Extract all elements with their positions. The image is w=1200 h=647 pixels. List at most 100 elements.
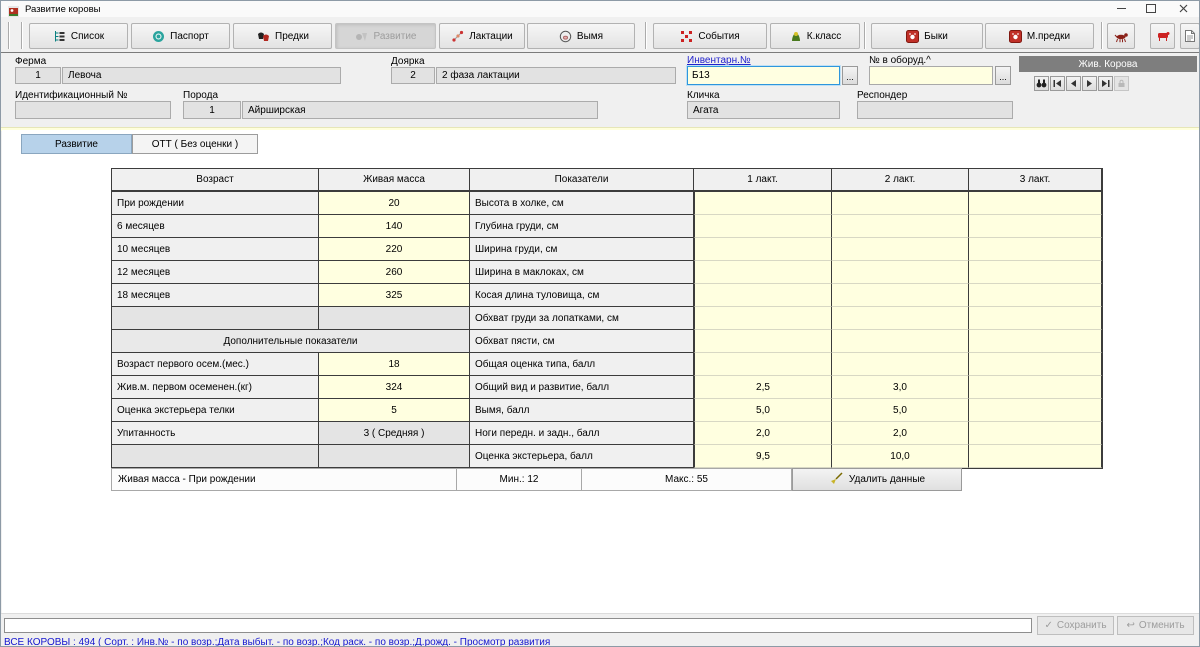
column-header: 3 лакт. <box>969 169 1102 192</box>
first-record-icon[interactable] <box>1050 76 1065 91</box>
inventory-number-input[interactable] <box>687 66 840 85</box>
close-icon <box>1179 4 1188 13</box>
mass-cell <box>319 445 470 468</box>
minimize-button[interactable] <box>1109 1 1133 16</box>
lactation2-cell[interactable] <box>832 330 969 353</box>
lactation1-cell[interactable] <box>694 261 832 284</box>
lactation2-cell[interactable] <box>832 307 969 330</box>
mass-cell[interactable]: 260 <box>319 261 470 284</box>
mass-cell[interactable]: 20 <box>319 192 470 215</box>
lactation2-cell[interactable] <box>832 353 969 376</box>
lactation3-cell[interactable] <box>969 330 1102 353</box>
lactation1-cell[interactable] <box>694 284 832 307</box>
toolbar-button-mancestors[interactable]: М.предки <box>985 23 1094 49</box>
search-icon[interactable] <box>1034 76 1049 91</box>
mass-cell[interactable]: 220 <box>319 238 470 261</box>
toolbar-button-development[interactable]: Развитие <box>335 23 436 49</box>
toolbar-button-cow-report[interactable] <box>1150 23 1175 49</box>
toolbar-button-label: Паспорт <box>170 31 209 42</box>
lactation3-cell[interactable] <box>969 261 1102 284</box>
toolbar-button-events[interactable]: События <box>653 23 767 49</box>
indicator-cell: Ширина в маклоках, см <box>470 261 694 284</box>
lock-icon[interactable] <box>1114 76 1129 91</box>
bulls-icon <box>906 30 919 43</box>
mass-cell[interactable]: 324 <box>319 376 470 399</box>
lactation1-cell[interactable] <box>694 238 832 261</box>
mass-cell[interactable]: 325 <box>319 284 470 307</box>
inventory-browse-button[interactable]: ... <box>842 66 858 85</box>
indicator-cell: Вымя, балл <box>470 399 694 422</box>
toolbar-button-animal-search[interactable] <box>1107 23 1135 49</box>
toolbar-button-kclass[interactable]: К.класс <box>770 23 860 49</box>
lactation1-cell[interactable] <box>694 330 832 353</box>
next-record-icon[interactable] <box>1082 76 1097 91</box>
lactation1-cell[interactable] <box>694 192 832 215</box>
equipment-browse-button[interactable]: ... <box>995 66 1011 85</box>
group-header-cell: Дополнительные показатели <box>112 330 470 353</box>
lactation1-cell[interactable]: 2,5 <box>694 376 832 399</box>
mass-cell[interactable]: 5 <box>319 399 470 422</box>
lactation1-cell[interactable]: 5,0 <box>694 399 832 422</box>
lactation2-cell[interactable] <box>832 284 969 307</box>
toolbar-button-udder[interactable]: Вымя <box>527 23 635 49</box>
lactation3-cell[interactable] <box>969 238 1102 261</box>
maximize-button[interactable] <box>1139 1 1163 16</box>
lactation2-cell[interactable]: 2,0 <box>832 422 969 445</box>
lactation2-cell[interactable] <box>832 261 969 284</box>
mass-cell[interactable]: 18 <box>319 353 470 376</box>
cancel-button[interactable]: ↩ Отменить <box>1117 616 1194 635</box>
lactation1-cell[interactable] <box>694 215 832 238</box>
lactation2-cell[interactable] <box>832 215 969 238</box>
lactation3-cell[interactable] <box>969 399 1102 422</box>
toolbar-button-label: Вымя <box>577 31 603 42</box>
lactation1-cell[interactable] <box>694 353 832 376</box>
mass-cell[interactable]: 140 <box>319 215 470 238</box>
status-input[interactable] <box>4 618 1032 633</box>
indicator-cell: Высота в холке, см <box>470 192 694 215</box>
last-record-icon[interactable] <box>1098 76 1113 91</box>
lactation2-cell[interactable]: 5,0 <box>832 399 969 422</box>
development-icon <box>355 30 369 43</box>
lactation2-cell[interactable]: 10,0 <box>832 445 969 468</box>
lactation2-cell[interactable]: 3,0 <box>832 376 969 399</box>
lactation3-cell[interactable] <box>969 422 1102 445</box>
responder-field <box>857 101 1013 119</box>
toolbar-button-list[interactable]: Список <box>29 23 128 49</box>
indicator-cell: Косая длина туловища, см <box>470 284 694 307</box>
lactation1-cell[interactable]: 2,0 <box>694 422 832 445</box>
min-value: Мин.: 12 <box>457 469 582 490</box>
indicator-cell: Ноги передн. и задн., балл <box>470 422 694 445</box>
previous-record-icon[interactable] <box>1066 76 1081 91</box>
lactation3-cell[interactable] <box>969 284 1102 307</box>
lactation1-cell[interactable]: 9,5 <box>694 445 832 468</box>
save-button[interactable]: ✓ Сохранить <box>1037 616 1114 635</box>
lactation3-cell[interactable] <box>969 445 1102 468</box>
age-cell: Жив.м. первом осеменен.(кг) <box>112 376 319 399</box>
farm-label: Ферма <box>15 56 46 67</box>
toolbar-button-bulls[interactable]: Быки <box>871 23 983 49</box>
equipment-number-input[interactable] <box>869 66 993 85</box>
udder-icon <box>559 30 572 43</box>
lactation3-cell[interactable] <box>969 376 1102 399</box>
lactation2-cell[interactable] <box>832 238 969 261</box>
tab-development[interactable]: Развитие <box>21 134 132 154</box>
close-button[interactable] <box>1171 1 1195 16</box>
lactation2-cell[interactable] <box>832 192 969 215</box>
lactation3-cell[interactable] <box>969 192 1102 215</box>
milkmaid-label: Доярка <box>391 56 425 67</box>
column-header: Живая масса <box>319 169 470 192</box>
toolbar-button-ancestors[interactable]: Предки <box>233 23 332 49</box>
lactation1-cell[interactable] <box>694 307 832 330</box>
delete-data-button[interactable]: Удалить данные <box>792 468 962 491</box>
lactation3-cell[interactable] <box>969 215 1102 238</box>
tab-ott[interactable]: ОТТ ( Без оценки ) <box>132 134 258 154</box>
lactation3-cell[interactable] <box>969 353 1102 376</box>
toolbar-button-lactations[interactable]: Лактации <box>439 23 525 49</box>
inventory-number-label[interactable]: Инвентарн.№ <box>687 55 751 66</box>
toolbar-button-document[interactable] <box>1180 23 1200 49</box>
toolbar: Список Паспорт Предки Развитие Лактации … <box>1 17 1199 53</box>
toolbar-button-passport[interactable]: Паспорт <box>131 23 230 49</box>
toolbar-button-label: Быки <box>924 31 948 42</box>
herd-status-text: ВСЕ КОРОВЫ : 494 ( Сорт. : Инв.№ - по во… <box>4 637 550 647</box>
lactation3-cell[interactable] <box>969 307 1102 330</box>
